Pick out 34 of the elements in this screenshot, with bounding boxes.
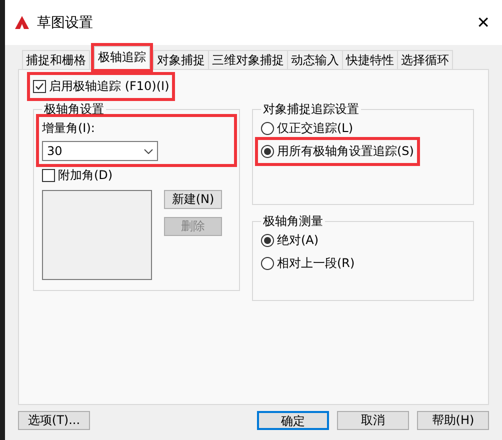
app-logo-icon [15,16,29,29]
dialog-button[interactable]: 选项(T)... [18,411,90,430]
angle-list[interactable] [42,190,152,280]
dialog-button[interactable]: 取消 [337,411,409,430]
increment-dropdown[interactable]: 30 [42,141,158,161]
checkbox[interactable] [33,80,46,93]
group-title: 极轴角设置 [43,101,105,118]
tab[interactable]: 选择循环 [397,50,453,69]
tab[interactable]: 快捷特性 [342,50,398,69]
group-title: 极轴角测量 [262,213,324,230]
checkbox-label: 附加角(D) [58,167,113,184]
radio-button[interactable] [261,122,274,135]
close-button[interactable]: ✕ [476,13,490,32]
tab[interactable]: 捕捉和栅格 [22,50,90,69]
tab[interactable]: 三维对象捕捉 [208,50,288,69]
radio-label: 用所有极轴角设置追踪(S) [277,143,414,160]
new-button[interactable]: 新建(N) [164,190,222,209]
radio-button[interactable] [261,234,274,247]
chevron-down-icon [144,148,153,154]
tab[interactable]: 对象捕捉 [153,50,209,69]
window-title: 草图设置 [37,14,94,32]
tab[interactable]: 动态输入 [287,50,343,69]
dialog-button[interactable]: 帮助(H) [417,411,489,430]
radio-button[interactable] [261,145,274,158]
radio-label: 仅正交追踪(L) [277,120,354,137]
checkbox-label: 启用极轴追踪 (F10)(I) [49,78,170,95]
radio-label: 绝对(A) [277,232,319,249]
checkbox[interactable] [42,169,55,182]
field-label: 增量角(I): [42,120,96,137]
radio-button[interactable] [261,257,274,270]
tab[interactable]: 极轴追踪 [94,46,150,69]
group-title: 对象捕捉追踪设置 [262,101,360,118]
dialog-button[interactable]: 确定 [257,411,329,430]
radio-label: 相对上一段(R) [277,255,355,272]
